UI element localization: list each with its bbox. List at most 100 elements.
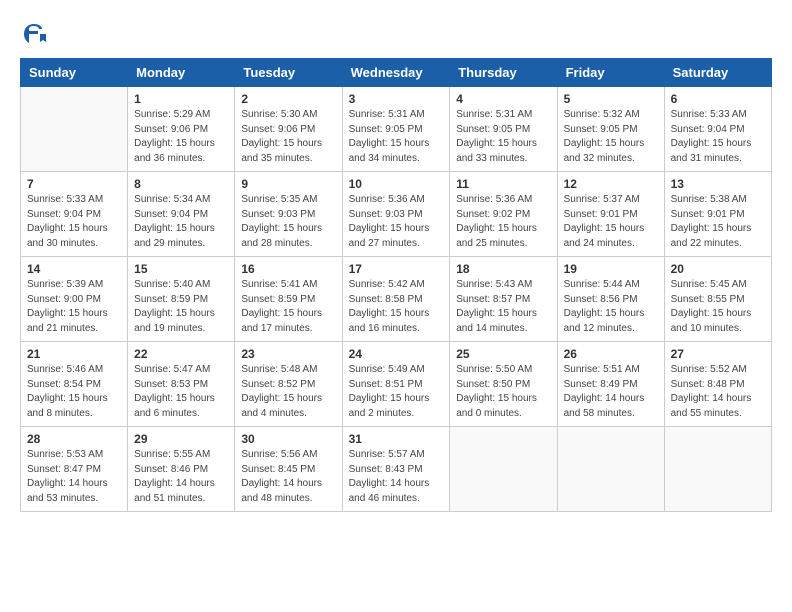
day-number: 21	[27, 347, 121, 361]
calendar-cell: 26 Sunrise: 5:51 AMSunset: 8:49 PMDayligh…	[557, 342, 664, 427]
day-info: Sunrise: 5:31 AMSunset: 9:05 PMDaylight:…	[349, 108, 444, 166]
day-info: Sunrise: 5:43 AMSunset: 8:57 PMDaylight:…	[456, 278, 550, 336]
day-number: 4	[456, 92, 550, 106]
logo-icon	[20, 20, 48, 48]
day-info: Sunrise: 5:31 AMSunset: 9:05 PMDaylight:…	[456, 108, 550, 166]
calendar-cell: 9 Sunrise: 5:35 AMSunset: 9:03 PMDaylight…	[235, 172, 342, 257]
day-number: 18	[456, 262, 550, 276]
day-number: 5	[564, 92, 658, 106]
day-number: 19	[564, 262, 658, 276]
day-number: 22	[134, 347, 228, 361]
day-info: Sunrise: 5:32 AMSunset: 9:05 PMDaylight:…	[564, 108, 658, 166]
calendar-cell: 20Sunrise: 5:45 AMSunset: 8:55 PMDayligh…	[664, 257, 771, 342]
page-header	[20, 20, 772, 48]
calendar-table: SundayMondayTuesdayWednesdayThursdayFrid…	[20, 58, 772, 512]
calendar-week-row: 14Sunrise: 5:39 AMSunset: 9:00 PMDayligh…	[21, 257, 772, 342]
day-number: 29	[134, 432, 228, 446]
day-info: Sunrise: 5:46 AMSunset: 8:54 PMDaylight:…	[27, 363, 121, 421]
day-info: Sunrise: 5:53 AMSunset: 8:47 PMDaylight:…	[27, 448, 121, 506]
day-number: 1	[134, 92, 228, 106]
calendar-header-saturday: Saturday	[664, 59, 771, 87]
calendar-cell: 29 Sunrise: 5:55 AMSunset: 8:46 PMDayligh…	[128, 427, 235, 512]
day-info: Sunrise: 5:33 AMSunset: 9:04 PMDaylight:…	[671, 108, 765, 166]
day-info: Sunrise: 5:30 AMSunset: 9:06 PMDaylight:…	[241, 108, 335, 166]
calendar-header-tuesday: Tuesday	[235, 59, 342, 87]
day-info: Sunrise: 5:47 AMSunset: 8:53 PMDaylight:…	[134, 363, 228, 421]
day-info: Sunrise: 5:34 AMSunset: 9:04 PMDaylight:…	[134, 193, 228, 251]
day-info: Sunrise: 5:42 AMSunset: 8:58 PMDaylight:…	[349, 278, 444, 336]
calendar-header-row: SundayMondayTuesdayWednesdayThursdayFrid…	[21, 59, 772, 87]
calendar-week-row: 1 Sunrise: 5:29 AMSunset: 9:06 PMDaylight…	[21, 87, 772, 172]
day-info: Sunrise: 5:52 AMSunset: 8:48 PMDaylight:…	[671, 363, 765, 421]
day-number: 14	[27, 262, 121, 276]
calendar-cell: 25 Sunrise: 5:50 AMSunset: 8:50 PMDayligh…	[450, 342, 557, 427]
day-info: Sunrise: 5:51 AMSunset: 8:49 PMDaylight:…	[564, 363, 658, 421]
calendar-week-row: 28 Sunrise: 5:53 AMSunset: 8:47 PMDayligh…	[21, 427, 772, 512]
calendar-cell: 15 Sunrise: 5:40 AMSunset: 8:59 PMDayligh…	[128, 257, 235, 342]
logo	[20, 20, 52, 48]
day-number: 2	[241, 92, 335, 106]
calendar-cell: 11 Sunrise: 5:36 AMSunset: 9:02 PMDayligh…	[450, 172, 557, 257]
day-info: Sunrise: 5:33 AMSunset: 9:04 PMDaylight:…	[27, 193, 121, 251]
day-number: 26	[564, 347, 658, 361]
day-number: 10	[349, 177, 444, 191]
day-number: 17	[349, 262, 444, 276]
calendar-week-row: 21 Sunrise: 5:46 AMSunset: 8:54 PMDayligh…	[21, 342, 772, 427]
calendar-cell: 22 Sunrise: 5:47 AMSunset: 8:53 PMDayligh…	[128, 342, 235, 427]
calendar-cell: 8 Sunrise: 5:34 AMSunset: 9:04 PMDaylight…	[128, 172, 235, 257]
day-number: 15	[134, 262, 228, 276]
day-number: 16	[241, 262, 335, 276]
day-info: Sunrise: 5:45 AMSunset: 8:55 PMDaylight:…	[671, 278, 765, 336]
day-info: Sunrise: 5:49 AMSunset: 8:51 PMDaylight:…	[349, 363, 444, 421]
day-number: 7	[27, 177, 121, 191]
calendar-header-sunday: Sunday	[21, 59, 128, 87]
day-info: Sunrise: 5:57 AMSunset: 8:43 PMDaylight:…	[349, 448, 444, 506]
day-number: 3	[349, 92, 444, 106]
day-number: 24	[349, 347, 444, 361]
day-number: 27	[671, 347, 765, 361]
day-info: Sunrise: 5:29 AMSunset: 9:06 PMDaylight:…	[134, 108, 228, 166]
day-number: 31	[349, 432, 444, 446]
calendar-header-monday: Monday	[128, 59, 235, 87]
day-info: Sunrise: 5:48 AMSunset: 8:52 PMDaylight:…	[241, 363, 335, 421]
calendar-cell: 30 Sunrise: 5:56 AMSunset: 8:45 PMDayligh…	[235, 427, 342, 512]
day-info: Sunrise: 5:44 AMSunset: 8:56 PMDaylight:…	[564, 278, 658, 336]
day-number: 23	[241, 347, 335, 361]
calendar-cell: 27 Sunrise: 5:52 AMSunset: 8:48 PMDayligh…	[664, 342, 771, 427]
calendar-cell: 19 Sunrise: 5:44 AMSunset: 8:56 PMDayligh…	[557, 257, 664, 342]
calendar-cell: 28 Sunrise: 5:53 AMSunset: 8:47 PMDayligh…	[21, 427, 128, 512]
day-number: 30	[241, 432, 335, 446]
calendar-cell	[557, 427, 664, 512]
day-number: 28	[27, 432, 121, 446]
day-info: Sunrise: 5:37 AMSunset: 9:01 PMDaylight:…	[564, 193, 658, 251]
day-info: Sunrise: 5:40 AMSunset: 8:59 PMDaylight:…	[134, 278, 228, 336]
calendar-cell: 10Sunrise: 5:36 AMSunset: 9:03 PMDayligh…	[342, 172, 450, 257]
calendar-header-friday: Friday	[557, 59, 664, 87]
calendar-cell: 12 Sunrise: 5:37 AMSunset: 9:01 PMDayligh…	[557, 172, 664, 257]
day-info: Sunrise: 5:36 AMSunset: 9:02 PMDaylight:…	[456, 193, 550, 251]
day-number: 8	[134, 177, 228, 191]
calendar-cell: 23 Sunrise: 5:48 AMSunset: 8:52 PMDayligh…	[235, 342, 342, 427]
calendar-cell: 6 Sunrise: 5:33 AMSunset: 9:04 PMDaylight…	[664, 87, 771, 172]
day-number: 6	[671, 92, 765, 106]
calendar-cell: 18 Sunrise: 5:43 AMSunset: 8:57 PMDayligh…	[450, 257, 557, 342]
calendar-cell: 2 Sunrise: 5:30 AMSunset: 9:06 PMDaylight…	[235, 87, 342, 172]
calendar-cell: 4 Sunrise: 5:31 AMSunset: 9:05 PMDaylight…	[450, 87, 557, 172]
calendar-week-row: 7 Sunrise: 5:33 AMSunset: 9:04 PMDaylight…	[21, 172, 772, 257]
day-info: Sunrise: 5:50 AMSunset: 8:50 PMDaylight:…	[456, 363, 550, 421]
calendar-cell: 7 Sunrise: 5:33 AMSunset: 9:04 PMDaylight…	[21, 172, 128, 257]
day-number: 9	[241, 177, 335, 191]
calendar-cell	[664, 427, 771, 512]
day-number: 11	[456, 177, 550, 191]
calendar-cell: 31 Sunrise: 5:57 AMSunset: 8:43 PMDayligh…	[342, 427, 450, 512]
calendar-header-thursday: Thursday	[450, 59, 557, 87]
day-info: Sunrise: 5:41 AMSunset: 8:59 PMDaylight:…	[241, 278, 335, 336]
day-info: Sunrise: 5:35 AMSunset: 9:03 PMDaylight:…	[241, 193, 335, 251]
day-number: 12	[564, 177, 658, 191]
day-info: Sunrise: 5:38 AMSunset: 9:01 PMDaylight:…	[671, 193, 765, 251]
day-info: Sunrise: 5:55 AMSunset: 8:46 PMDaylight:…	[134, 448, 228, 506]
calendar-cell: 14Sunrise: 5:39 AMSunset: 9:00 PMDayligh…	[21, 257, 128, 342]
calendar-cell: 5 Sunrise: 5:32 AMSunset: 9:05 PMDaylight…	[557, 87, 664, 172]
day-info: Sunrise: 5:56 AMSunset: 8:45 PMDaylight:…	[241, 448, 335, 506]
day-number: 25	[456, 347, 550, 361]
